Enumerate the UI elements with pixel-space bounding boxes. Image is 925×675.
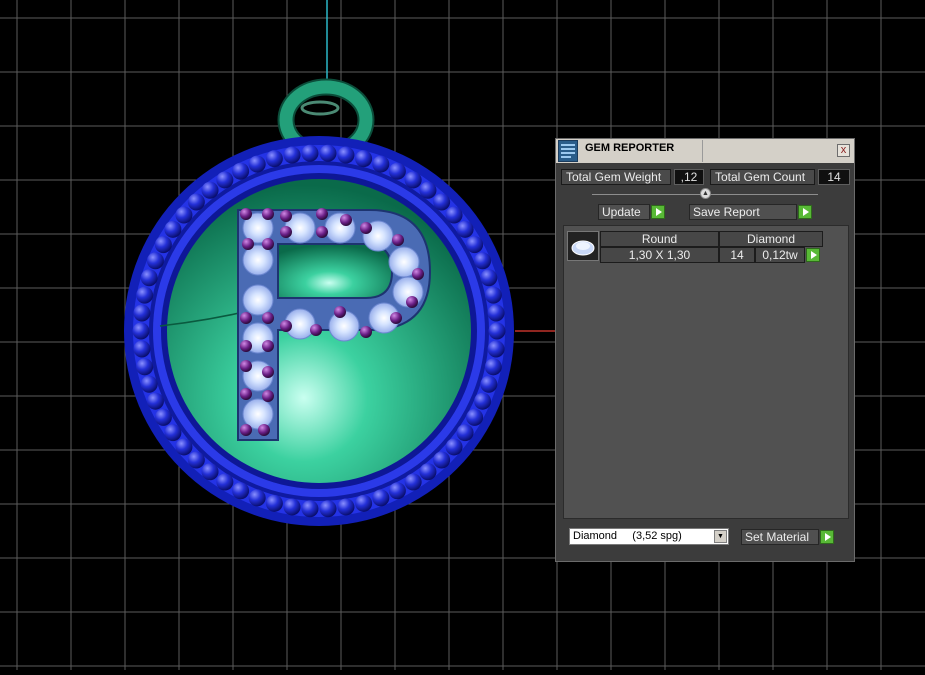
gem-size-cell: 1,30 X 1,30 <box>600 247 719 263</box>
set-material-button[interactable]: Set Material <box>741 529 819 545</box>
save-report-play-icon[interactable] <box>798 205 812 219</box>
panel-titlebar[interactable]: GEM REPORTER x <box>556 139 854 163</box>
close-icon[interactable]: x <box>837 144 850 157</box>
panel-title: GEM REPORTER <box>585 142 675 154</box>
gem-material-cell: Diamond <box>719 231 823 247</box>
update-button[interactable]: Update <box>598 204 650 220</box>
title-divider <box>702 140 703 162</box>
gem-list[interactable]: Round Diamond 1,30 X 1,30 14 0,12tw <box>563 225 849 519</box>
set-material-play-icon[interactable] <box>820 530 834 544</box>
gem-reporter-panel: GEM REPORTER x Total Gem Weight ,12 Tota… <box>555 138 855 562</box>
save-report-button[interactable]: Save Report <box>689 204 797 220</box>
update-play-icon[interactable] <box>651 205 665 219</box>
material-select-value: Diamond (3,52 spg) <box>573 530 682 542</box>
gem-weight-cell: 0,12tw <box>755 247 805 263</box>
total-gem-count-value: 14 <box>818 169 850 185</box>
gem-shape-cell: Round <box>600 231 719 247</box>
round-gem-icon <box>567 231 599 261</box>
gem-row-play-icon[interactable] <box>806 248 820 262</box>
gem-reporter-icon <box>558 140 578 162</box>
material-select[interactable]: Diamond (3,52 spg) ▼ <box>569 528 729 545</box>
slider-handle[interactable]: ▲ <box>700 188 711 199</box>
gem-count-cell: 14 <box>719 247 755 263</box>
chevron-down-icon[interactable]: ▼ <box>714 530 727 543</box>
total-gem-count-label: Total Gem Count <box>710 169 815 185</box>
total-gem-weight-value: ,12 <box>674 169 704 185</box>
total-gem-weight-label: Total Gem Weight <box>561 169 671 185</box>
